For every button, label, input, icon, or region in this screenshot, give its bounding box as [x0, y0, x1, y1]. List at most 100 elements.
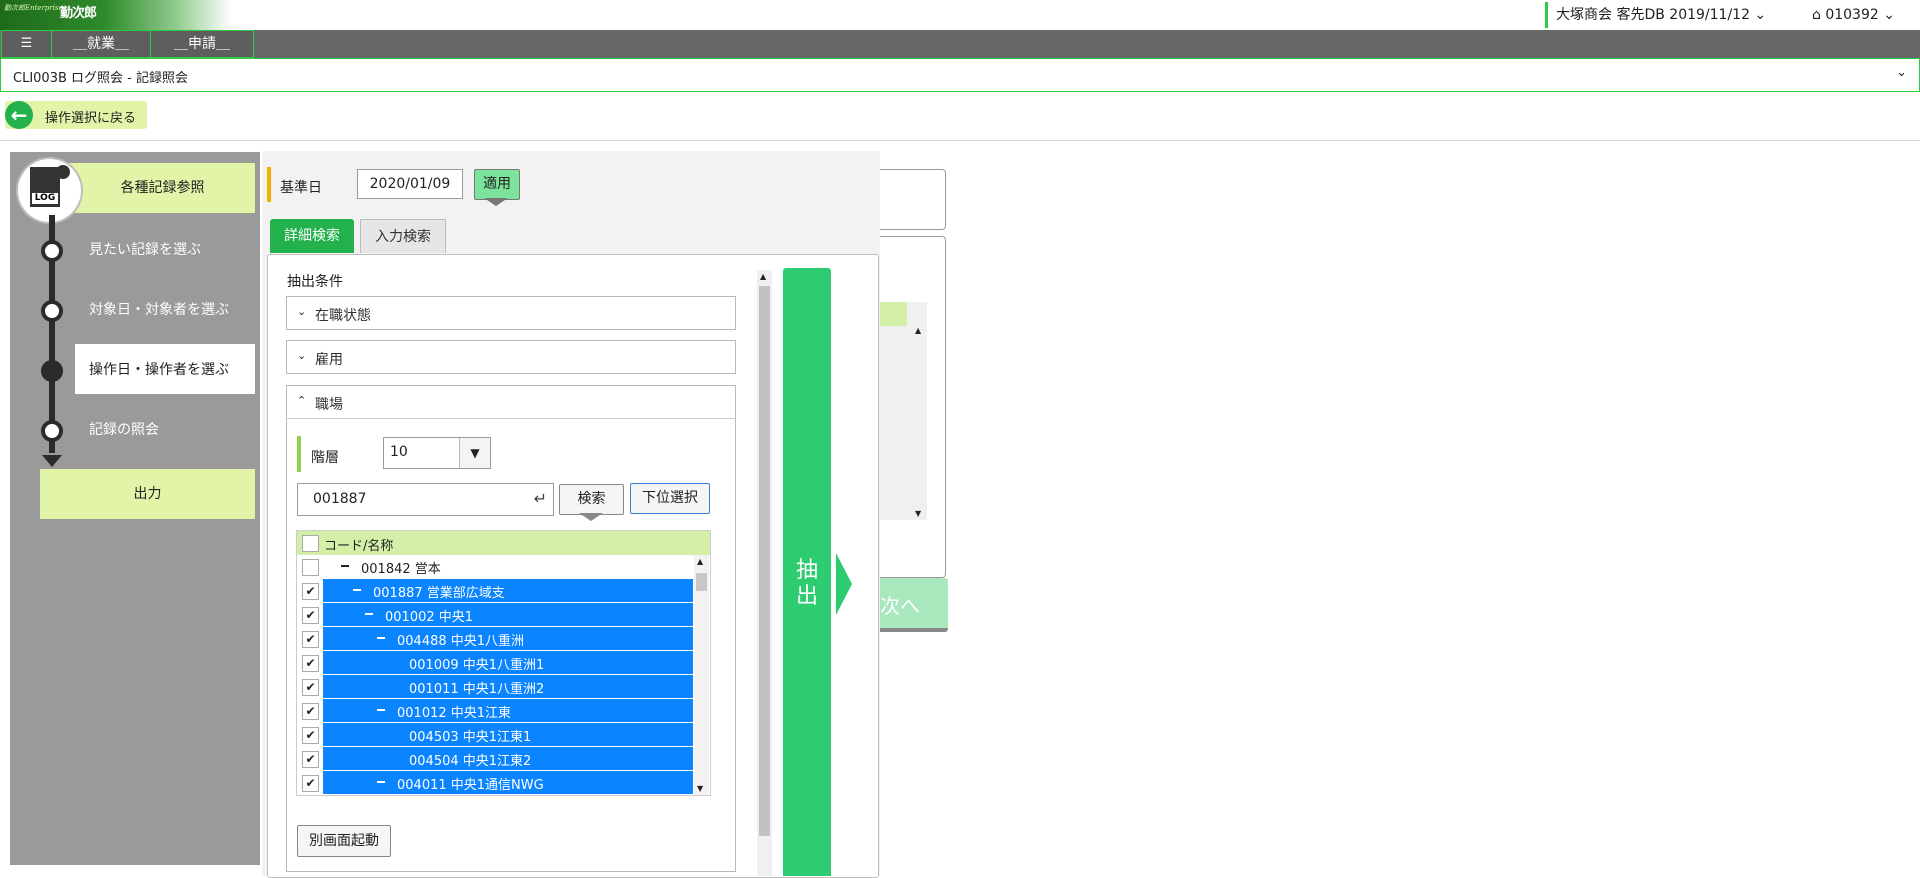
tree-row[interactable]: ✔ 001002 中央1	[297, 603, 693, 626]
tree-scrollbar[interactable]: ▲ ▼	[694, 555, 709, 795]
dropdown-arrow-icon[interactable]: ▼	[459, 438, 490, 468]
workplace-code-input[interactable]: 001887 ↵	[297, 483, 554, 516]
search-button-tip	[579, 513, 603, 521]
search-button[interactable]: 検索	[559, 484, 624, 515]
row-label: 001887 営業部広域支	[373, 586, 505, 601]
logo-title: 勤次郎	[60, 6, 97, 21]
user-menu[interactable]: ⌂ 010392 ⌄	[1812, 2, 1895, 28]
row-checkbox[interactable]: ✔	[302, 703, 319, 720]
apply-button[interactable]: 適用	[474, 169, 520, 200]
accordion-employment-status[interactable]: ⌄ 在職状態	[286, 296, 736, 330]
apply-button-tip	[484, 198, 508, 206]
base-date-marker	[267, 167, 271, 202]
company-db-selector[interactable]: 大塚商会 客先DB 2019/11/12 ⌄	[1545, 2, 1766, 28]
condition-scroll-thumb[interactable]	[759, 286, 770, 836]
row-checkbox[interactable]: ✔	[302, 583, 319, 600]
accordion-employment[interactable]: ⌄ 雇用	[286, 340, 736, 374]
tree-row[interactable]: ✔ 004011 中央1通信NWG	[297, 771, 693, 794]
row-checkbox[interactable]: ✔	[302, 607, 319, 624]
step-3-label: 操作日・操作者を選ぶ	[89, 362, 229, 378]
enter-icon: ↵	[533, 489, 547, 508]
hamburger-menu-button[interactable]: ☰	[1, 30, 52, 58]
row-highlight	[323, 603, 693, 626]
logo-subtitle: 勤次郎Enterprise	[4, 4, 63, 12]
condition-title: 抽出条件	[287, 274, 343, 290]
code-value: 001887	[313, 491, 367, 507]
step-1-label[interactable]: 見たい記録を選ぶ	[89, 239, 201, 259]
tree-scroll-thumb[interactable]	[696, 573, 707, 591]
menu-item-application[interactable]: ＿申請＿	[150, 30, 254, 58]
tree-row[interactable]: ✔ 001011 中央1八重洲2	[297, 675, 693, 698]
workplace-tree: コード/名称 001842 営本 ✔ 001887 営業部広域支 ✔ 001002 中央…	[296, 530, 711, 796]
select-all-checkbox[interactable]	[302, 535, 319, 552]
divider	[0, 140, 1920, 141]
row-checkbox[interactable]: ✔	[302, 679, 319, 696]
back-button-label: 操作選択に戻る	[45, 111, 137, 126]
row-label: 004488 中央1八重洲	[397, 634, 525, 649]
accordion-workplace[interactable]: ⌃ 職場	[286, 385, 736, 419]
row-label: 001002 中央1	[385, 610, 474, 625]
back-to-operation-select-button[interactable]: ← 操作選択に戻る	[5, 101, 147, 129]
background-panel-top	[880, 169, 946, 230]
accordion-label: 雇用	[315, 352, 343, 368]
app-logo: 勤次郎Enterprise 勤次郎	[0, 0, 232, 30]
row-checkbox[interactable]: ✔	[302, 775, 319, 792]
row-checkbox[interactable]: ✔	[302, 727, 319, 744]
tree-row[interactable]: ✔ 001012 中央1江東	[297, 699, 693, 722]
row-checkbox[interactable]: ✔	[302, 751, 319, 768]
row-checkbox[interactable]: ✔	[302, 655, 319, 672]
collapse-icon[interactable]	[377, 637, 385, 639]
next-button[interactable]: 次へ	[880, 578, 948, 632]
collapse-icon[interactable]	[365, 613, 373, 615]
row-label: 004503 中央1江東1	[409, 730, 532, 745]
row-checkbox[interactable]	[302, 559, 319, 576]
tree-header-label: コード/名称	[324, 539, 394, 554]
next-button-label: 次へ	[880, 594, 920, 618]
condition-scrollbar[interactable]: ▲	[757, 270, 772, 876]
menu-item-work[interactable]: ＿就業＿	[51, 30, 151, 58]
row-label: 001012 中央1江東	[397, 706, 512, 721]
chevron-down-icon[interactable]: ⌄	[1896, 65, 1907, 80]
layer-select[interactable]: 10 ▼	[383, 437, 491, 469]
row-checkbox[interactable]: ✔	[302, 631, 319, 648]
row-label: 004504 中央1江東2	[409, 754, 532, 769]
user-icon	[56, 165, 70, 179]
tab-detail-search[interactable]: 詳細検索	[270, 219, 354, 253]
base-date-label: 基準日	[280, 180, 322, 196]
accordion-label: 在職状態	[315, 308, 371, 324]
screen-title-bar[interactable]: CLI003B ログ照会 - 記録照会 ⌄	[0, 58, 1920, 92]
tree-row[interactable]: ✔ 001009 中央1八重洲1	[297, 651, 693, 674]
collapse-icon[interactable]	[353, 589, 361, 591]
collapse-icon[interactable]	[377, 781, 385, 783]
current-step[interactable]: 操作日・操作者を選ぶ	[75, 344, 255, 394]
base-date-input[interactable]: 2020/01/09	[357, 169, 463, 199]
row-label: 001011 中央1八重洲2	[409, 682, 545, 697]
tab-input-search[interactable]: 入力検索	[360, 219, 446, 253]
extract-button[interactable]: 抽出	[783, 268, 831, 876]
step-2-label[interactable]: 対象日・対象者を選ぶ	[89, 299, 229, 319]
accordion-label: 職場	[315, 397, 343, 413]
tree-row[interactable]: ✔ 004503 中央1江東1	[297, 723, 693, 746]
chevron-down-icon: ⌄	[297, 349, 307, 362]
row-label: 001009 中央1八重洲1	[409, 658, 545, 673]
tree-row[interactable]: ✔ 004488 中央1八重洲	[297, 627, 693, 650]
collapse-icon[interactable]	[341, 565, 349, 567]
layer-label: 階層	[311, 450, 339, 466]
step-node-2	[41, 300, 63, 322]
row-label: 004011 中央1通信NWG	[397, 778, 544, 793]
tree-row[interactable]: ✔ 004504 中央1江東2	[297, 747, 693, 770]
output-step-button[interactable]: 出力	[40, 469, 255, 519]
row-label: 001842 営本	[361, 562, 441, 577]
tree-row[interactable]: ✔ 001887 営業部広域支	[297, 579, 693, 602]
step-node-3-current	[41, 360, 63, 382]
screen-title: CLI003B ログ照会 - 記録照会	[13, 71, 188, 86]
step-4-label[interactable]: 記録の照会	[89, 419, 159, 439]
top-bar: 勤次郎Enterprise 勤次郎 大塚商会 客先DB 2019/11/12 ⌄…	[0, 0, 1920, 30]
tree-row[interactable]: 001842 営本	[297, 555, 693, 578]
collapse-icon[interactable]	[377, 709, 385, 711]
chevron-up-icon: ⌃	[297, 394, 307, 407]
extract-arrow-icon	[836, 553, 852, 615]
select-subordinates-button[interactable]: 下位選択	[630, 483, 710, 514]
background-list-scrollbar[interactable]: ▲ ▼	[907, 302, 927, 520]
open-new-window-button[interactable]: 別画面起動	[297, 825, 391, 857]
